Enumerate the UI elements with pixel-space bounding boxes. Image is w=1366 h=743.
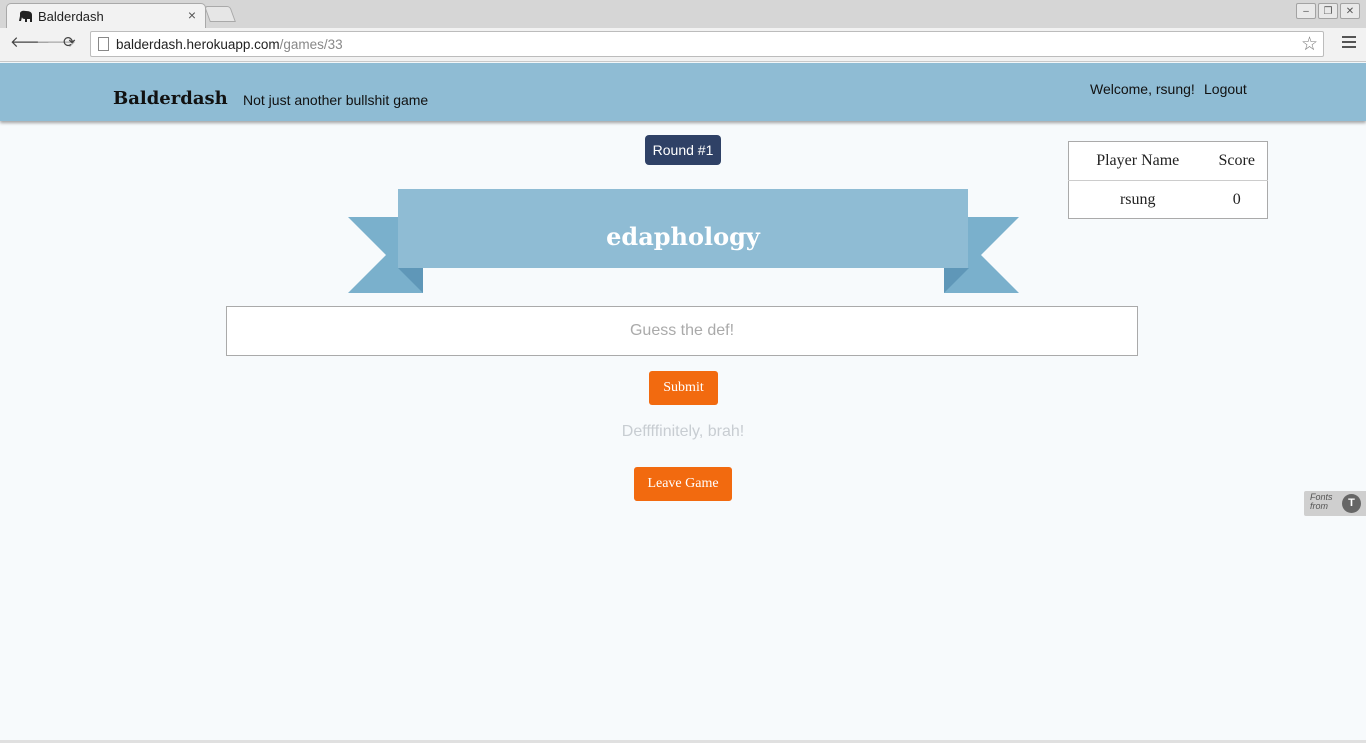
browser-menu-icon[interactable] [1342,36,1356,51]
site-header: Balderdash Not just another bullshit gam… [0,63,1366,121]
bookmark-star-icon[interactable]: ☆ [1301,33,1318,56]
browser-tab[interactable]: Balderdash × [6,3,206,28]
scoreboard-table: Player Name Score rsung 0 [1068,141,1268,219]
close-window-icon[interactable]: ✕ [1340,3,1360,19]
reload-icon[interactable]: ⟳ [63,35,76,51]
logout-link[interactable]: Logout [1204,81,1247,97]
tab-close-icon[interactable]: × [188,7,196,23]
typekit-logo-icon: T [1342,494,1361,513]
submit-button[interactable]: Submit [649,371,718,405]
new-tab-button[interactable] [204,6,236,22]
browser-toolbar: 🡐 🡒 ⟳ balderdash.herokuapp.com/games/33 … [0,28,1366,62]
restore-icon[interactable]: ❐ [1318,3,1338,19]
browser-tabstrip: Balderdash × – ❐ ✕ [0,0,1366,28]
welcome-text: Welcome, rsung! [1090,81,1195,97]
address-bar[interactable]: balderdash.herokuapp.com/games/33 ☆ [90,31,1324,57]
column-header-player: Player Name [1096,152,1180,169]
player-name-cell: rsung [1068,180,1207,219]
status-message: Deffffinitely, brah! [621,423,745,440]
score-cell: 0 [1206,180,1268,219]
target-word: edaphology [606,222,760,251]
tagline: Not just another bullshit game [243,92,429,108]
tab-title: Balderdash [38,9,104,24]
page-icon [98,37,109,51]
window-controls: – ❐ ✕ [1296,3,1360,19]
fonts-from-badge[interactable]: Fonts from T [1304,491,1366,516]
table-row: rsung 0 [1068,180,1268,219]
url-text[interactable]: balderdash.herokuapp.com/games/33 [116,37,343,52]
guess-input[interactable] [226,306,1138,356]
fonts-from-text: Fonts from [1310,492,1333,511]
scoreboard-header-row: Player Name Score [1069,142,1268,181]
leave-game-button[interactable]: Leave Game [634,467,732,501]
brand-logo[interactable]: Balderdash [113,88,228,109]
round-badge: Round #1 [645,135,721,165]
column-header-score: Score [1218,152,1255,169]
minimize-icon[interactable]: – [1296,3,1316,19]
elephant-favicon-icon [19,10,32,22]
